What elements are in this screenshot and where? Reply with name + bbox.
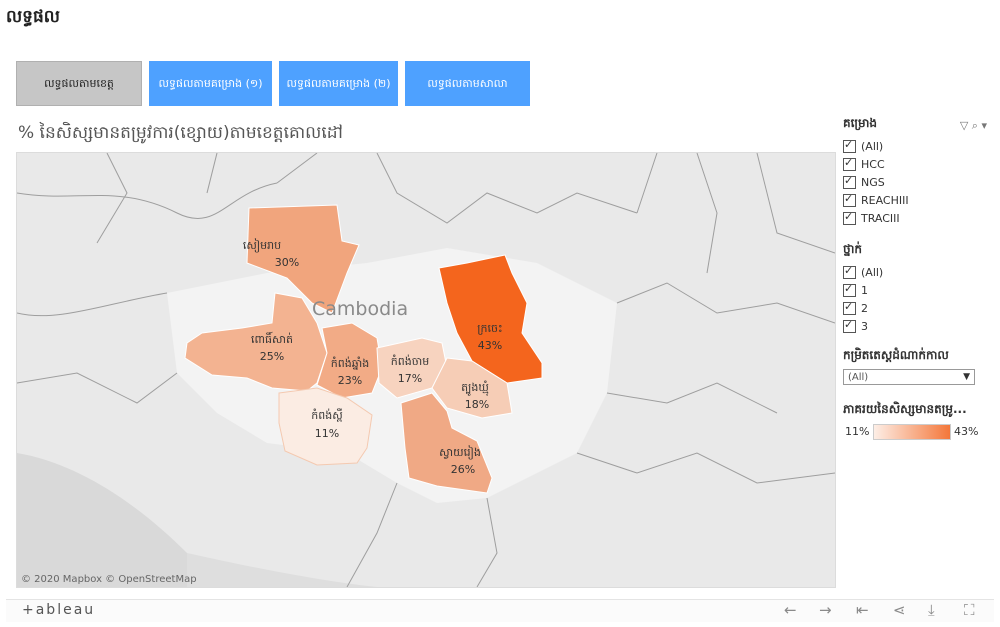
legend-max: 43% <box>954 425 979 438</box>
filter-funnel-icon[interactable]: ▽ <box>960 119 968 132</box>
page-title: លទ្ធផល <box>6 7 60 27</box>
redo-icon[interactable]: → <box>819 601 832 619</box>
tab-by-province[interactable]: លទ្ធផលតាមខេត្ត <box>16 61 142 106</box>
project-option-traciii[interactable]: TRACIII <box>843 209 993 227</box>
search-icon[interactable]: ⌕ <box>972 119 978 132</box>
map-attribution[interactable]: © 2020 Mapbox © OpenStreetMap <box>21 574 197 585</box>
revert-icon[interactable]: ⇤ <box>856 601 869 619</box>
option-label: NGS <box>861 175 885 189</box>
tab-by-school[interactable]: លទ្ធផលតាមសាលា <box>405 61 530 106</box>
project-option-hcc[interactable]: HCC <box>843 155 993 173</box>
grade-option-2[interactable]: 2 <box>843 299 993 317</box>
project-option-all[interactable]: (All) <box>843 137 993 155</box>
tab-by-project-1[interactable]: លទ្ធផលតាមគម្រោង (១) <box>149 61 272 106</box>
legend-gradient <box>873 424 951 440</box>
province-value-kampong-speu: 11% <box>315 427 339 440</box>
viz-title: % នៃសិស្សមានតម្រូវការ(ខ្សោយ)តាមខេត្តគោលដ… <box>18 123 343 143</box>
tab-by-project-2[interactable]: លទ្ធផលតាមគម្រោង (២) <box>279 61 398 106</box>
province-name-kampong-chhnang: កំពង់ឆ្នាំង <box>331 356 369 370</box>
province-value-tboung-khmum: 18% <box>465 398 489 411</box>
grade-filter: ថ្នាក់ (All) 1 2 3 <box>843 241 993 335</box>
chevron-down-icon: ▼ <box>963 372 970 382</box>
province-value-svay-rieng: 26% <box>451 463 475 476</box>
undo-icon[interactable]: ← <box>784 601 797 619</box>
checkbox-icon[interactable] <box>843 282 856 297</box>
province-name-siem-reap: សៀមរាប <box>243 238 281 253</box>
province-value-pursat: 25% <box>260 350 284 363</box>
option-label: 2 <box>861 301 868 315</box>
checkbox-icon[interactable] <box>843 264 856 279</box>
grade-option-all[interactable]: (All) <box>843 263 993 281</box>
option-label: HCC <box>861 157 885 171</box>
option-label: 1 <box>861 283 868 297</box>
checkbox-icon[interactable] <box>843 138 856 153</box>
tableau-logo-text: +ableau <box>22 602 96 618</box>
map-view[interactable]: Cambodia សៀមរាប 30% ពោធិ៍សាត់ 25% កំពង់ឆ… <box>16 152 836 588</box>
grade-filter-title: ថ្នាក់ <box>843 242 863 256</box>
option-label: (All) <box>861 139 884 153</box>
tableau-toolbar: +ableau ← → ⇤ ⋖ ⤓ ⛶ <box>6 599 994 622</box>
province-name-kampong-speu: កំពង់ស្ពឺ <box>311 408 342 422</box>
province-name-kampong-cham: កំពង់ចាម <box>391 354 429 368</box>
checkbox-icon[interactable] <box>843 300 856 315</box>
province-value-kampong-chhnang: 23% <box>338 374 362 387</box>
share-icon[interactable]: ⋖ <box>893 601 906 619</box>
grade-option-1[interactable]: 1 <box>843 281 993 299</box>
chevron-down-icon[interactable]: ▾ <box>981 119 987 132</box>
option-label: 3 <box>861 319 868 333</box>
province-name-tboung-khmum: ត្បូងឃ្មុំ <box>461 380 489 396</box>
grade-option-3[interactable]: 3 <box>843 317 993 335</box>
province-name-kratie: ក្រចេះ <box>477 322 503 335</box>
province-value-siem-reap: 30% <box>275 256 299 269</box>
period-filter: កម្រិតតេស្តដំណាក់កាល (All) ▼ <box>843 347 993 385</box>
checkbox-icon[interactable] <box>843 192 856 207</box>
province-name-pursat: ពោធិ៍សាត់ <box>251 331 293 346</box>
option-label: REACHIII <box>861 193 909 207</box>
project-filter: គម្រោង ▽ ⌕ ▾ (All) HCC NGS REACHIII TRAC… <box>843 115 993 227</box>
checkbox-icon[interactable] <box>843 174 856 189</box>
map-svg[interactable]: Cambodia សៀមរាប 30% ពោធិ៍សាត់ 25% កំពង់ឆ… <box>17 153 835 587</box>
checkbox-icon[interactable] <box>843 210 856 225</box>
checkbox-icon[interactable] <box>843 318 856 333</box>
province-name-svay-rieng: ស្វាយរៀង <box>439 445 481 460</box>
tableau-logo[interactable]: +ableau <box>22 602 95 618</box>
option-label: (All) <box>861 265 884 279</box>
country-label: Cambodia <box>312 298 408 320</box>
fullscreen-icon[interactable]: ⛶ <box>964 601 975 619</box>
option-label: TRACIII <box>861 211 900 225</box>
project-filter-title: គម្រោង <box>843 116 878 130</box>
download-icon[interactable]: ⤓ <box>928 601 935 619</box>
period-select[interactable]: (All) ▼ <box>843 369 975 385</box>
province-value-kratie: 43% <box>478 339 502 352</box>
legend-min: 11% <box>845 425 870 438</box>
period-filter-title: កម្រិតតេស្តដំណាក់កាល <box>843 348 949 362</box>
province-value-kampong-cham: 17% <box>398 372 422 385</box>
period-select-value: (All) <box>848 371 869 383</box>
color-legend: ភាគរយនៃសិស្សមានតម្រូ... <box>843 401 993 423</box>
legend-title: ភាគរយនៃសិស្សមានតម្រូ... <box>843 402 967 416</box>
checkbox-icon[interactable] <box>843 156 856 171</box>
project-option-reachiii[interactable]: REACHIII <box>843 191 993 209</box>
project-option-ngs[interactable]: NGS <box>843 173 993 191</box>
